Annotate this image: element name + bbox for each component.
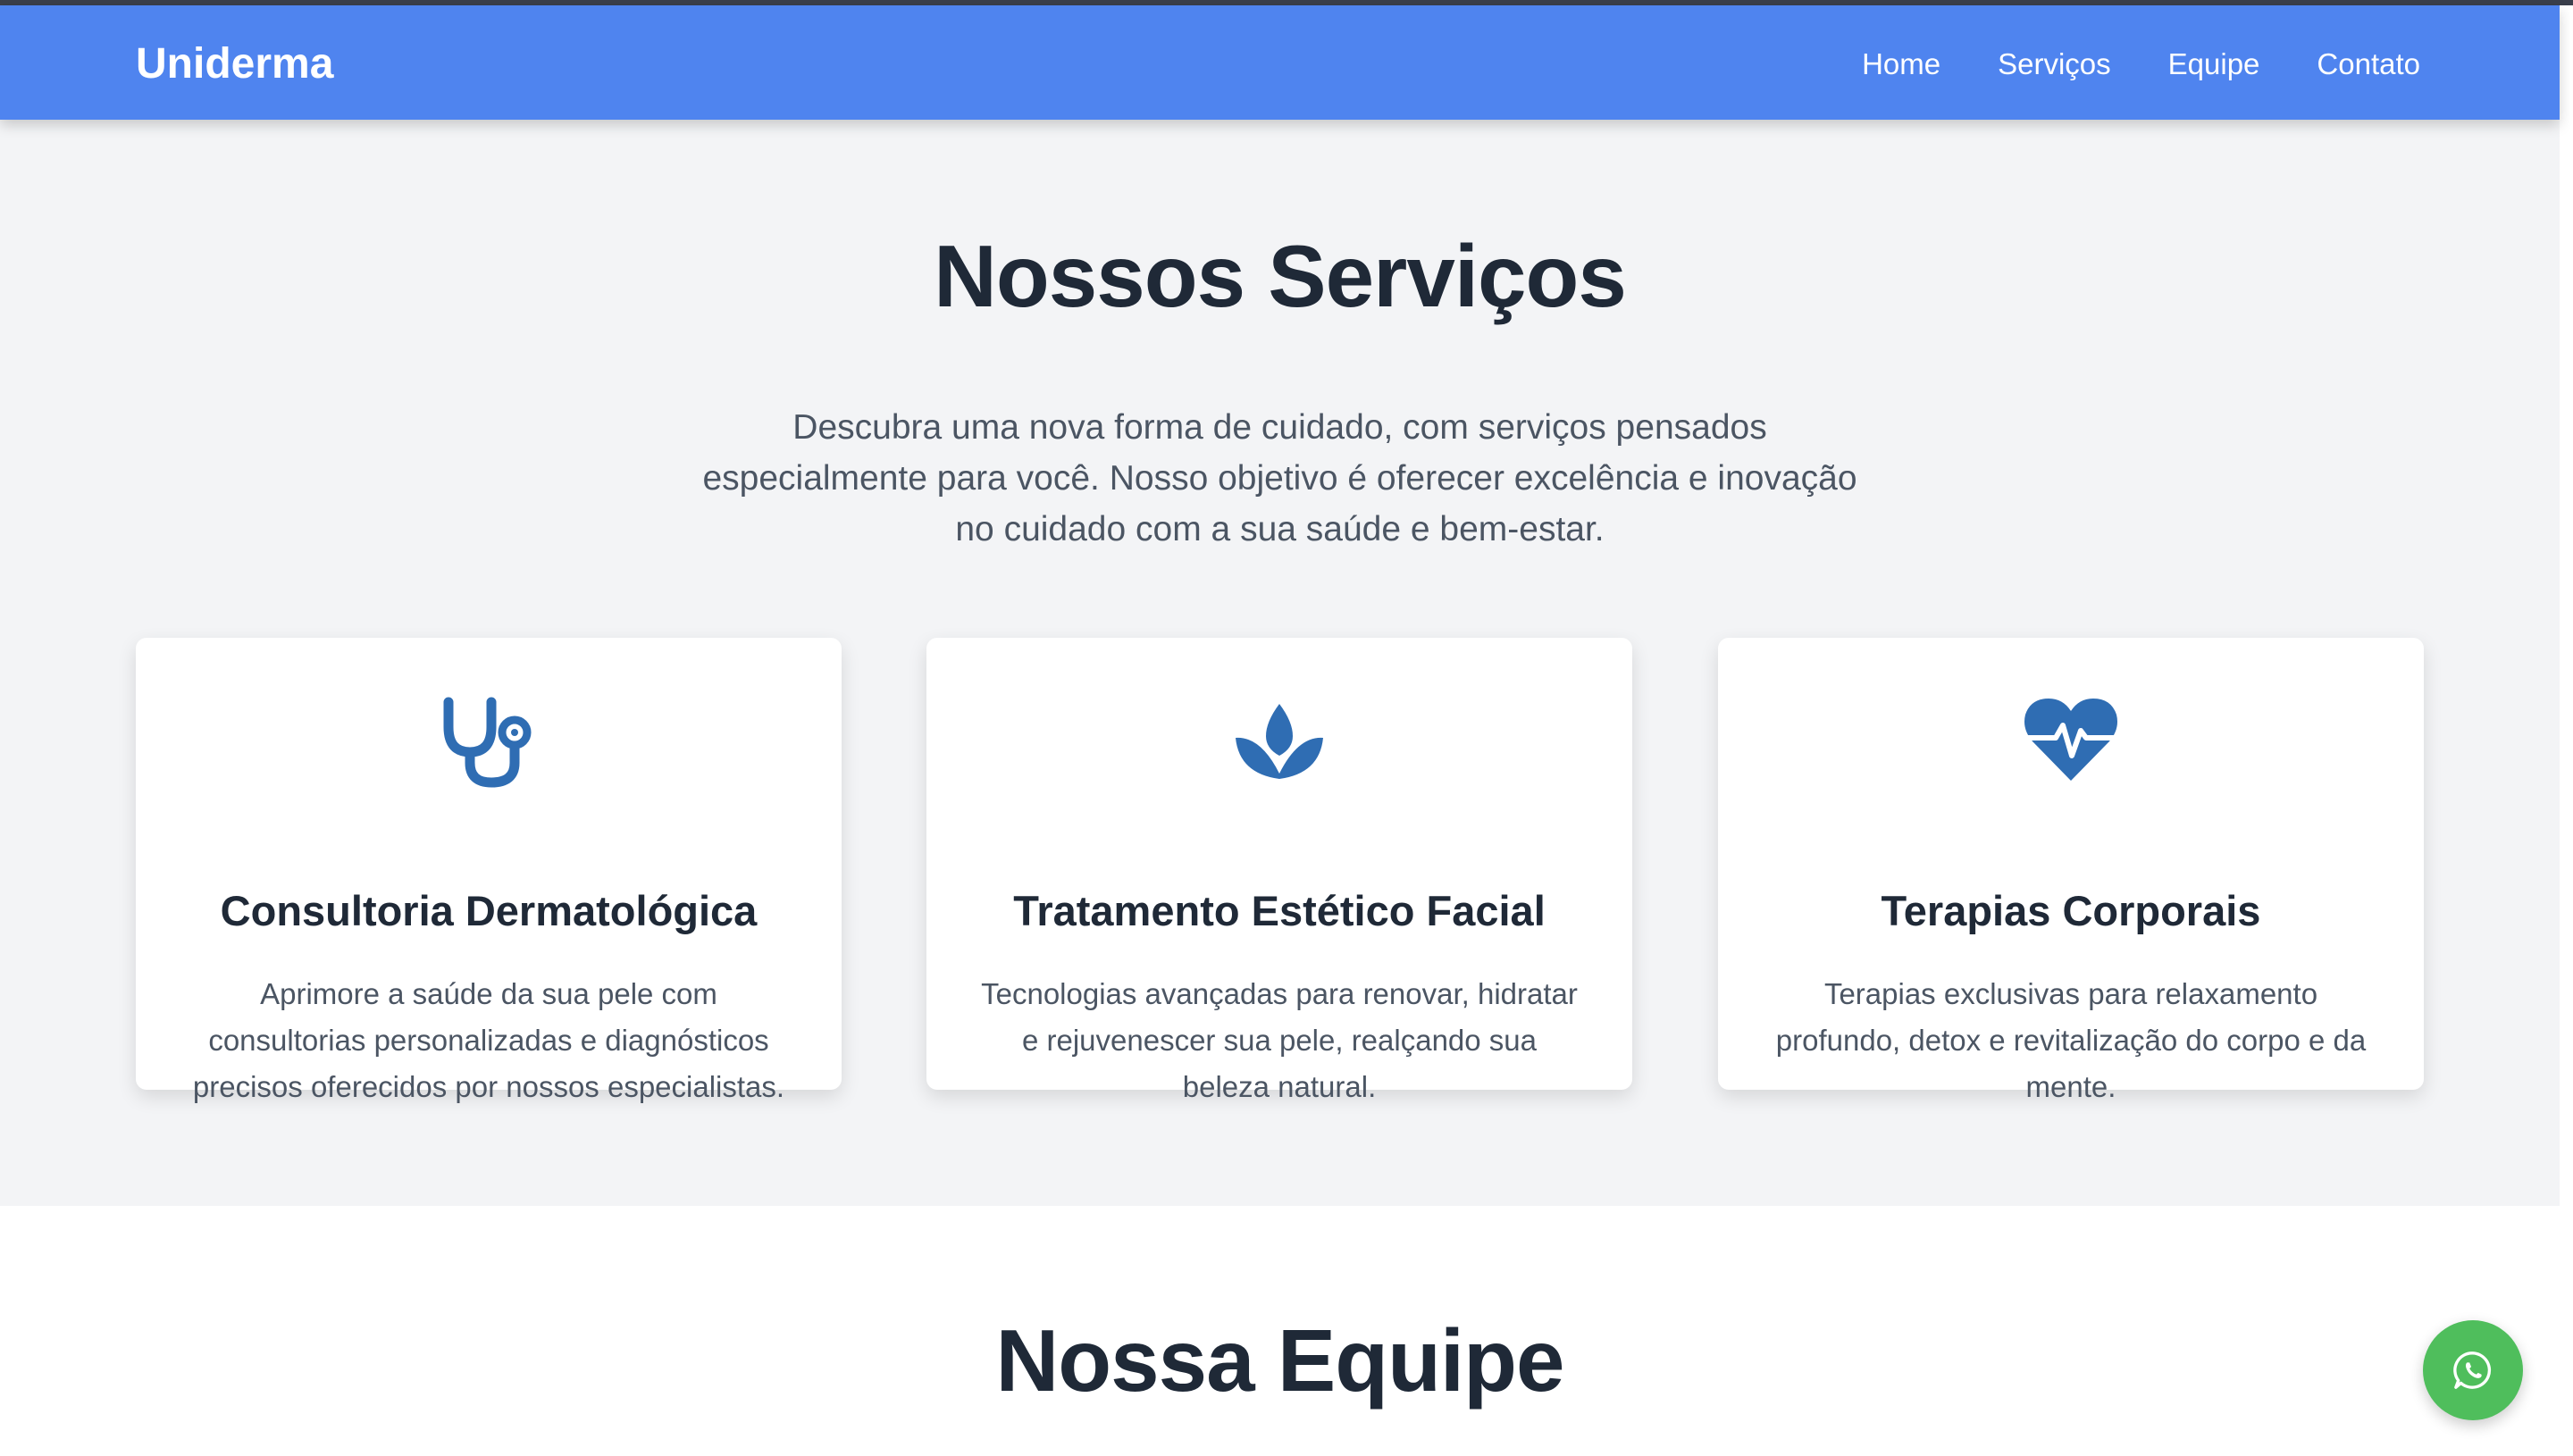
services-lead-line: Descubra uma nova forma de cuidado, com … [792,408,1767,447]
nav-link-servicos[interactable]: Serviços [1998,45,2111,84]
service-card-facial: Tratamento Estético Facial Tecnologias a… [926,638,1632,1103]
services-lead-line: especialmente para você. Nosso objetivo … [702,459,1857,498]
stethoscope-icon [440,691,538,790]
navbar: Uniderma Home Serviços Equipe Contato [0,5,2560,120]
whatsapp-icon [2452,1350,2493,1391]
services-title: Nossos Serviços [934,227,1627,325]
service-card-dermatologia: Consultoria Dermatológica Aprimore a saú… [136,638,842,1103]
scrollbar-track[interactable] [2560,5,2573,1456]
team-title: Nossa Equipe [995,1311,1564,1410]
service-card-title: Tratamento Estético Facial [1013,887,1546,934]
service-card-description: Aprimore a saúde da sua pele com consult… [189,971,788,1110]
description-line: mente. [2025,1070,2116,1103]
service-card-description: Tecnologias avançadas para renovar, hidr… [980,971,1579,1110]
service-card-corporal: Terapias Corporais Terapias exclusivas p… [1718,638,2424,1103]
brand-logo[interactable]: Uniderma [136,39,333,89]
description-line: Aprimore a saúde da sua pele com [260,977,717,1010]
description-line: precisos oferecidos por nossos especiali… [192,1070,785,1103]
nav-link-equipe[interactable]: Equipe [2168,45,2260,84]
nav-link-home[interactable]: Home [1862,45,1940,84]
service-card-title: Consultoria Dermatológica [220,887,758,934]
lotus-icon [1230,691,1328,790]
team-section: Nossa Equipe [0,1206,2560,1456]
description-line: e rejuvenescer sua pele, realçando sua [1021,1024,1538,1057]
heart-pulse-icon [2022,691,2120,790]
services-lead: Descubra uma nova forma de cuidado, com … [688,402,1872,555]
description-line: Terapias exclusivas para relaxamento [1823,977,2318,1010]
description-line: beleza natural. [1182,1070,1377,1103]
service-card-title: Terapias Corporais [1881,887,2261,934]
main-nav: Home Serviços Equipe Contato [1862,45,2420,84]
nav-link-contato[interactable]: Contato [2317,45,2420,84]
description-line: profundo, detox e revitalização do corpo… [1775,1024,2367,1057]
services-section: Nossos Serviços Descubra uma nova forma … [0,120,2560,1206]
service-card-description: Terapias exclusivas para relaxamento pro… [1772,971,2370,1110]
whatsapp-button[interactable] [2423,1320,2523,1420]
description-line: Tecnologias avançadas para renovar, hidr… [981,977,1578,1010]
services-lead-line: no cuidado com a sua saúde e bem-estar. [955,510,1605,548]
description-line: consultorias personalizadas e diagnóstic… [208,1024,769,1057]
